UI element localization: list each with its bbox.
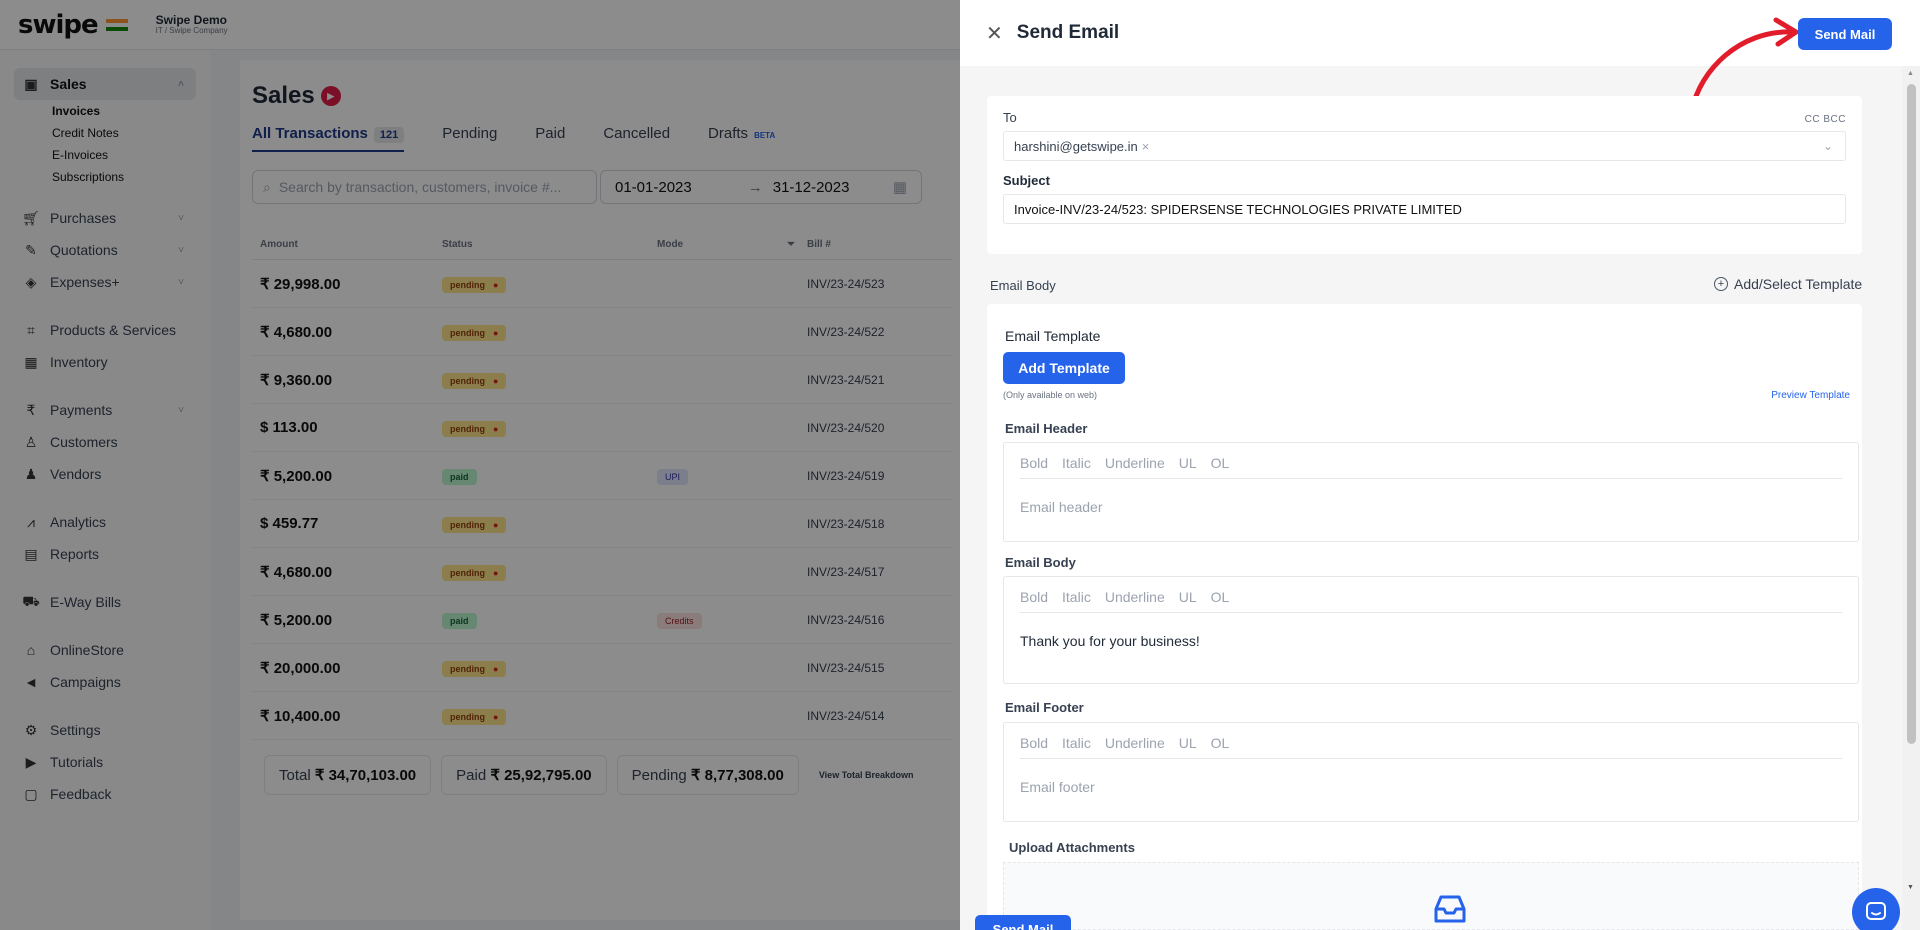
upload-dropzone[interactable]: [1003, 862, 1859, 930]
add-template-button[interactable]: Add Template: [1003, 352, 1125, 384]
ol-button[interactable]: OL: [1211, 735, 1230, 751]
scroll-down-icon[interactable]: ▼: [1907, 884, 1914, 891]
help-chat-button[interactable]: [1852, 888, 1900, 930]
email-body-label: Email Body: [1005, 555, 1076, 570]
email-header-editor[interactable]: Bold Italic Underline UL OL Email header: [1003, 442, 1859, 542]
email-footer-placeholder: Email footer: [1020, 779, 1095, 795]
scroll-up-icon[interactable]: ▲: [1907, 70, 1914, 77]
ol-button[interactable]: OL: [1211, 455, 1230, 471]
drawer-scrollbar[interactable]: ▲ ▼: [1902, 66, 1920, 930]
email-footer-editor[interactable]: Bold Italic Underline UL OL Email footer: [1003, 722, 1859, 822]
add-select-template-button[interactable]: + Add/Select Template: [1714, 276, 1862, 292]
to-label: To: [1003, 110, 1017, 125]
email-content-card: Email Template Add Template (Only availa…: [987, 304, 1862, 930]
italic-button[interactable]: Italic: [1062, 589, 1091, 605]
recipient-tag: harshini@getswipe.in ×: [1014, 139, 1149, 154]
only-web-note: (Only available on web): [1003, 390, 1098, 400]
to-field[interactable]: harshini@getswipe.in × ⌄: [1003, 131, 1846, 161]
remove-tag-icon[interactable]: ×: [1142, 139, 1150, 154]
recipient-email: harshini@getswipe.in: [1014, 138, 1138, 154]
drawer-title: Send Email: [1016, 22, 1120, 43]
close-icon[interactable]: ✕: [986, 21, 1003, 46]
plus-circle-icon: +: [1714, 277, 1728, 291]
italic-button[interactable]: Italic: [1062, 735, 1091, 751]
send-email-drawer: ✕ Send Email Send Mail To CC BCC harshin…: [960, 0, 1920, 930]
upload-attachments-label: Upload Attachments: [1009, 840, 1135, 855]
editor-toolbar: Bold Italic Underline UL OL: [1020, 589, 1842, 613]
subject-label: Subject: [1003, 173, 1050, 188]
inbox-icon: [1434, 895, 1466, 923]
bold-button[interactable]: Bold: [1020, 455, 1048, 471]
email-header-label: Email Header: [1005, 421, 1088, 436]
cc-bcc-link[interactable]: CC BCC: [1805, 114, 1846, 125]
bold-button[interactable]: Bold: [1020, 589, 1048, 605]
send-mail-button-bottom[interactable]: Send Mail: [975, 915, 1071, 930]
underline-button[interactable]: Underline: [1105, 735, 1165, 751]
email-body-text: Thank you for your business!: [1020, 633, 1200, 649]
chat-bubble-icon: [1866, 902, 1886, 920]
subject-field[interactable]: Invoice-INV/23-24/523: SPIDERSENSE TECHN…: [1003, 194, 1846, 224]
ul-button[interactable]: UL: [1179, 735, 1197, 751]
scrollbar-thumb[interactable]: [1907, 84, 1916, 744]
italic-button[interactable]: Italic: [1062, 455, 1091, 471]
editor-toolbar: Bold Italic Underline UL OL: [1020, 455, 1842, 479]
ul-button[interactable]: UL: [1179, 455, 1197, 471]
email-body-section-label: Email Body: [990, 278, 1056, 293]
editor-toolbar: Bold Italic Underline UL OL: [1020, 735, 1842, 759]
add-select-template-label: Add/Select Template: [1734, 276, 1863, 292]
ol-button[interactable]: OL: [1211, 589, 1230, 605]
email-body-editor[interactable]: Bold Italic Underline UL OL Thank you fo…: [1003, 576, 1859, 684]
bold-button[interactable]: Bold: [1020, 735, 1048, 751]
ul-button[interactable]: UL: [1179, 589, 1197, 605]
modal-backdrop[interactable]: [0, 0, 960, 930]
underline-button[interactable]: Underline: [1105, 455, 1165, 471]
preview-template-link[interactable]: Preview Template: [1771, 390, 1850, 401]
chevron-down-icon[interactable]: ⌄: [1823, 139, 1833, 153]
send-mail-button[interactable]: Send Mail: [1798, 18, 1892, 50]
underline-button[interactable]: Underline: [1105, 589, 1165, 605]
recipient-card: To CC BCC harshini@getswipe.in × ⌄ Subjec…: [987, 96, 1862, 254]
email-template-label: Email Template: [1005, 328, 1101, 344]
email-header-placeholder: Email header: [1020, 499, 1103, 515]
drawer-header: ✕ Send Email Send Mail: [960, 0, 1920, 113]
email-footer-label: Email Footer: [1005, 700, 1084, 715]
